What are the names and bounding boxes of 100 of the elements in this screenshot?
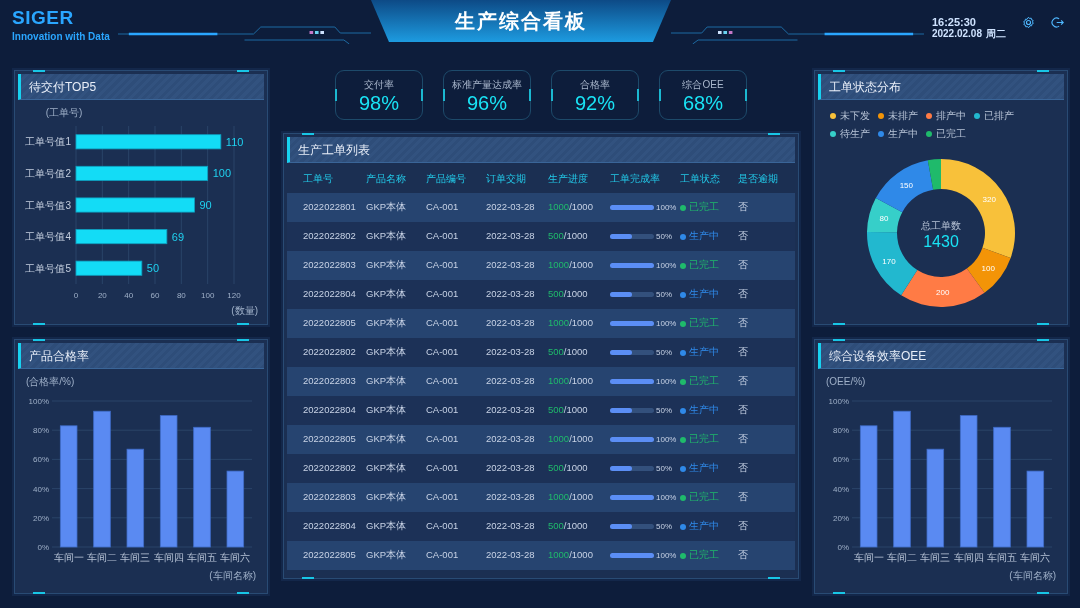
value-label: 80 <box>879 214 889 224</box>
table-cell: CA-001 <box>425 512 485 541</box>
progress-bar <box>610 524 654 530</box>
table-cell: 2022022804 <box>287 280 365 309</box>
table-cell: CA-001 <box>425 483 485 512</box>
kpi-value: 98% <box>359 91 399 114</box>
axis-label: (车间名称) <box>209 570 256 581</box>
table-cell: 500/1000 <box>547 280 609 309</box>
table-cell: 2022022802 <box>287 338 365 367</box>
table-cell: 否 <box>737 541 795 570</box>
tick-label: 80% <box>833 426 849 436</box>
logout-icon[interactable] <box>1051 16 1064 29</box>
tick-label: 100 <box>201 291 215 300</box>
panel-title: 工单状态分布 <box>818 74 1064 100</box>
tick-label: 60 <box>150 291 160 300</box>
tick-label: 20% <box>33 513 49 523</box>
category-label: 车间四 <box>953 552 984 563</box>
table-cell: 500/1000 <box>547 454 609 483</box>
tick-label: 60% <box>833 455 849 465</box>
category-label: 车间六 <box>1020 552 1051 563</box>
status-label: 生产中 <box>689 520 719 532</box>
table-cell: CA-001 <box>425 338 485 367</box>
axis-label: (OEE/%) <box>826 376 866 387</box>
percent-label: 50% <box>656 522 672 532</box>
percent-label: 100% <box>656 319 677 329</box>
category-label: 车间一 <box>53 552 84 563</box>
table-cell: CA-001 <box>425 309 485 338</box>
tick-label: 0% <box>37 543 49 552</box>
table-cell: CA-001 <box>425 454 485 483</box>
table-cell: GKP本体 <box>365 425 425 454</box>
table-cell: 2022-03-28 <box>485 425 547 454</box>
percent-label: 100% <box>656 551 677 561</box>
table-cell: 1000/1000 <box>547 193 609 222</box>
total-value: 1430 <box>923 233 959 250</box>
table-cell: 2022022803 <box>287 251 365 280</box>
table-cell: 2022022804 <box>287 512 365 541</box>
category-label: 工单号值2 <box>25 167 71 179</box>
table-cell: 2022022805 <box>287 541 365 570</box>
legend-label: 未排产 <box>888 109 918 123</box>
progress-bar <box>610 466 654 472</box>
table-cell: GKP本体 <box>365 396 425 425</box>
category-label: 工单号值4 <box>25 231 71 243</box>
category-label: 车间二 <box>887 552 917 563</box>
kpi-value: 96% <box>467 91 507 114</box>
table-cell: 1000/1000 <box>547 483 609 512</box>
table-cell: 500/1000 <box>547 222 609 251</box>
table-cell: CA-001 <box>425 396 485 425</box>
date-text: 2022.02.08 <box>931 28 982 40</box>
percent-label: 100% <box>656 203 677 213</box>
progress-bar <box>610 234 654 240</box>
table-cell: 2022022803 <box>287 483 365 512</box>
tick-label: 40% <box>833 484 849 494</box>
legend-label: 待生产 <box>840 127 870 141</box>
progress-bar <box>610 321 654 327</box>
status-label: 生产中 <box>689 346 719 358</box>
table-cell: CA-001 <box>425 280 485 309</box>
tick-label: 20 <box>97 291 107 300</box>
table-cell: 1000/1000 <box>547 309 609 338</box>
tick-label: 0% <box>837 543 849 552</box>
category-label: 车间四 <box>153 552 184 563</box>
status-label: 已完工 <box>689 491 719 503</box>
kpi-label: 综合OEE <box>682 77 724 92</box>
status-label: 生产中 <box>689 404 719 416</box>
table-cell: CA-001 <box>425 541 485 570</box>
progress-bar <box>610 437 654 443</box>
progress-bar <box>610 408 654 414</box>
category-label: 工单号值3 <box>25 199 71 211</box>
kpi-label: 标准产量达成率 <box>452 77 522 92</box>
kpi-value: 68% <box>683 91 723 114</box>
axis-label: (数量) <box>231 305 258 316</box>
tick-label: 80% <box>33 426 49 436</box>
table-cell: CA-001 <box>425 193 485 222</box>
category-label: 车间六 <box>220 552 251 563</box>
progress-bar <box>610 379 654 385</box>
progress-bar <box>610 495 654 501</box>
table-cell: 2022-03-28 <box>485 251 547 280</box>
table-cell: GKP本体 <box>365 309 425 338</box>
tick-label: 60% <box>33 455 49 465</box>
legend-label: 已排产 <box>984 109 1014 123</box>
status-label: 已完工 <box>689 317 719 329</box>
weekday-text: 周二 <box>986 28 1006 40</box>
table-cell: 否 <box>737 222 795 251</box>
settings-icon[interactable] <box>1022 16 1035 29</box>
status-label: 已完工 <box>689 433 719 445</box>
progress-bar <box>610 263 654 269</box>
table-cell: 2022022805 <box>287 425 365 454</box>
table-cell: 2022022803 <box>287 367 365 396</box>
percent-label: 50% <box>656 232 672 242</box>
table-cell: 否 <box>737 193 795 222</box>
table-cell: GKP本体 <box>365 222 425 251</box>
bar <box>75 260 143 276</box>
status-label: 生产中 <box>689 230 719 242</box>
category-label: 车间五 <box>187 552 217 563</box>
table-cell: 否 <box>737 512 795 541</box>
category-label: 车间五 <box>987 552 1017 563</box>
table-cell: 2022-03-28 <box>485 483 547 512</box>
table-cell: 2022022805 <box>287 309 365 338</box>
table-cell: 500/1000 <box>547 512 609 541</box>
percent-label: 100% <box>656 261 677 271</box>
table-cell: 1000/1000 <box>547 425 609 454</box>
